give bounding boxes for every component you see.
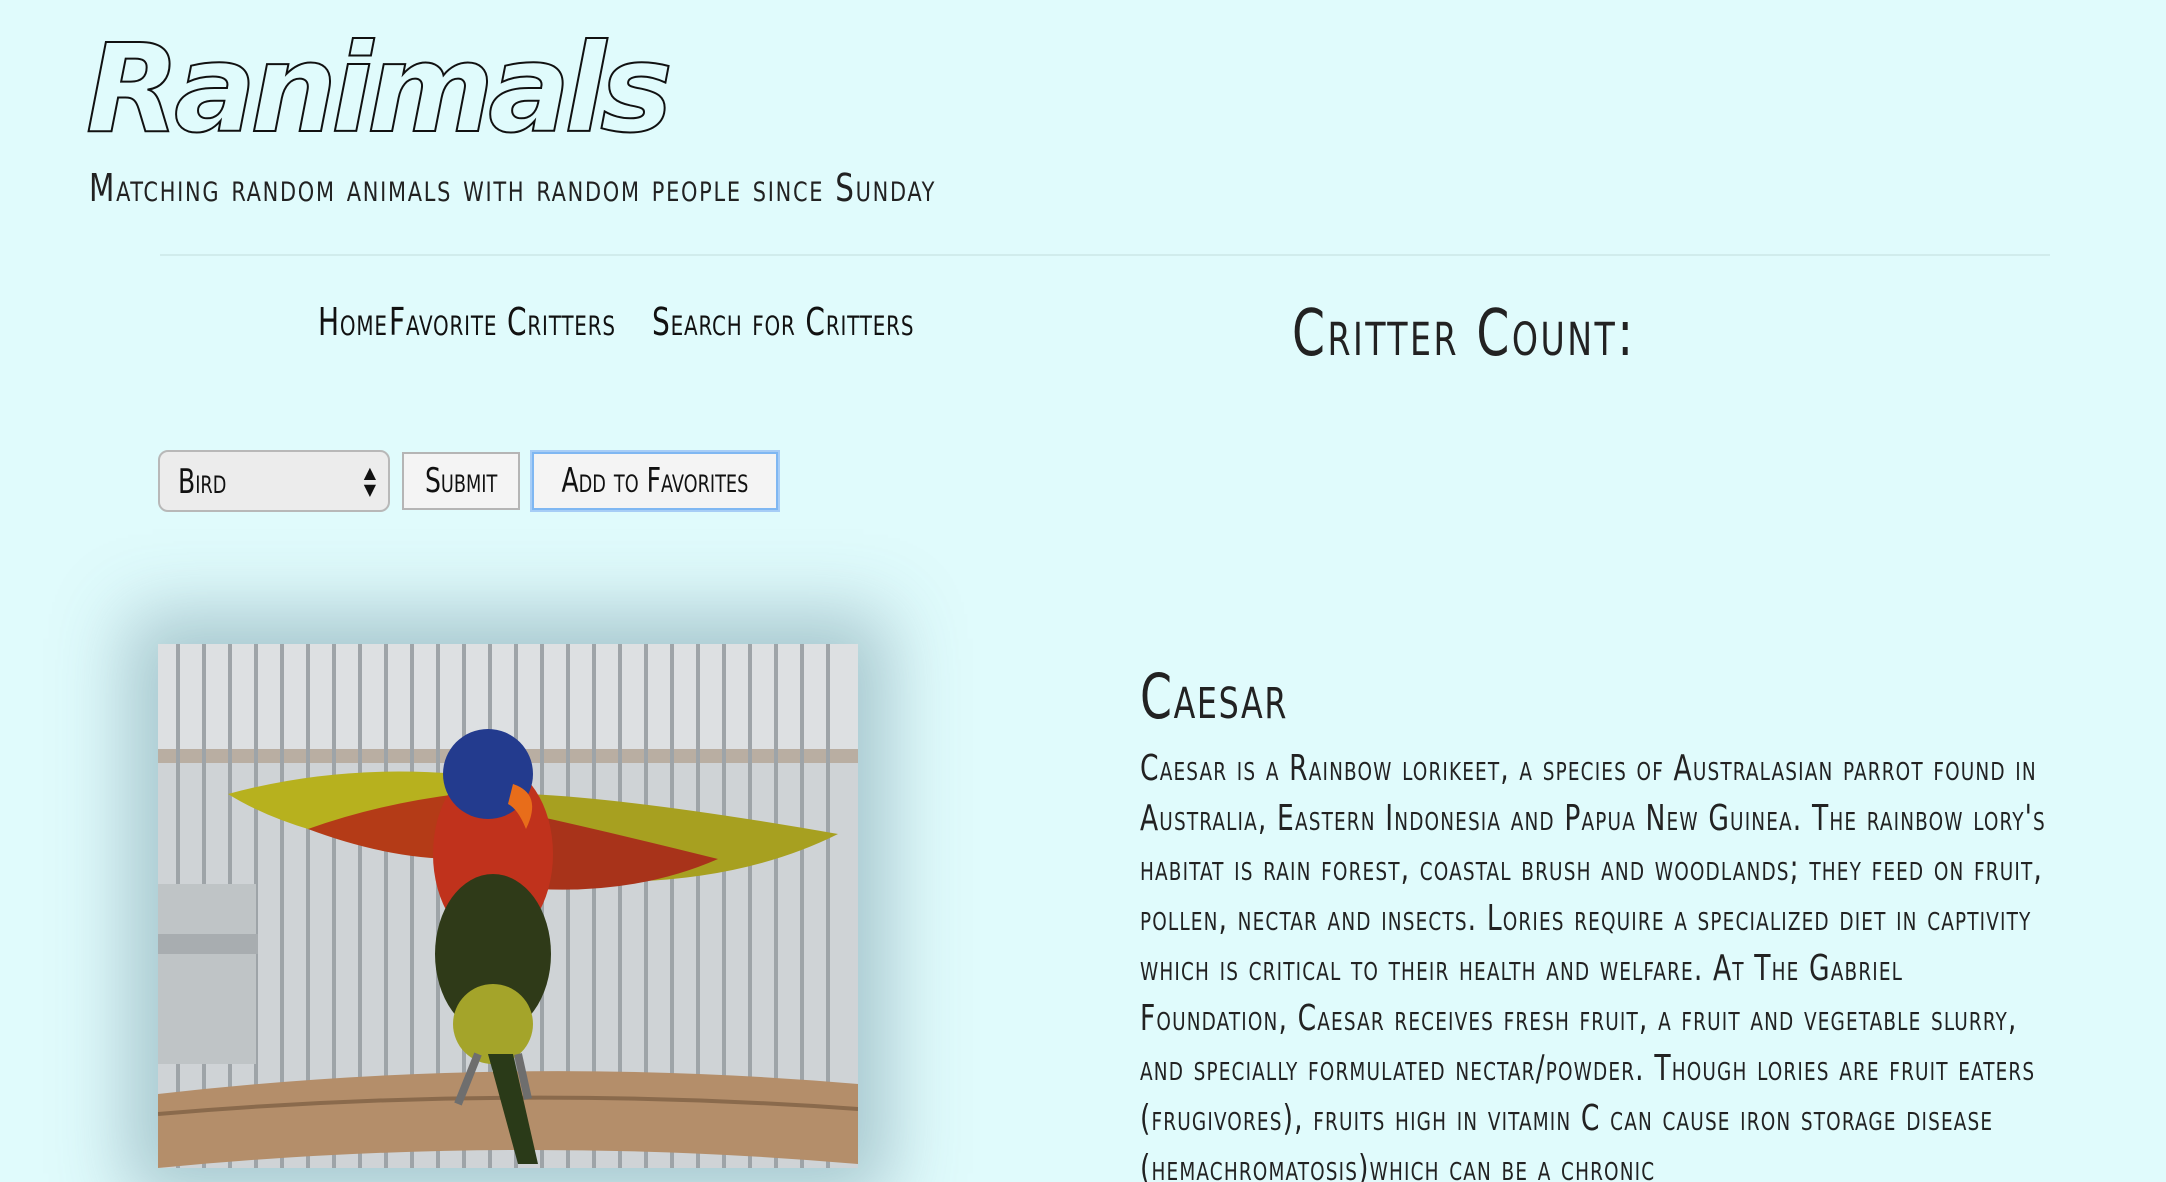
critter-photo <box>158 644 858 1168</box>
site-logo-title[interactable]: Ranimals <box>85 27 674 151</box>
animal-type-selected-value: Bird <box>178 462 227 502</box>
add-to-favorites-button-label: Add to Favorites <box>561 461 749 501</box>
main-nav: Home Favorite Critters Search for Critte… <box>318 300 924 344</box>
up-down-arrows-icon: ▲ ▼ <box>363 463 376 499</box>
header-divider <box>160 254 2050 256</box>
submit-button-label: Submit <box>424 461 498 501</box>
add-to-favorites-button[interactable]: Add to Favorites <box>532 452 778 510</box>
critter-name-heading: Caesar <box>1140 660 1289 733</box>
page: Ranimals Matching random animals with ra… <box>0 0 2166 1182</box>
critter-controls: Bird ▲ ▼ Submit Add to Favorites <box>158 450 778 512</box>
lorikeet-photo-illustration <box>158 644 858 1168</box>
critter-description: Caesar is a Rainbow lorikeet, a species … <box>1140 748 2046 1182</box>
site-tagline: Matching random animals with random peop… <box>89 166 937 210</box>
animal-type-select[interactable]: Bird ▲ ▼ <box>158 450 390 512</box>
nav-search-critters-link[interactable]: Search for Critters <box>652 300 914 344</box>
nav-favorite-critters-link[interactable]: Favorite Critters <box>389 300 616 344</box>
submit-button[interactable]: Submit <box>402 452 520 510</box>
nav-home-link[interactable]: Home <box>318 300 388 344</box>
critter-count-heading: Critter Count: <box>1292 297 1636 371</box>
